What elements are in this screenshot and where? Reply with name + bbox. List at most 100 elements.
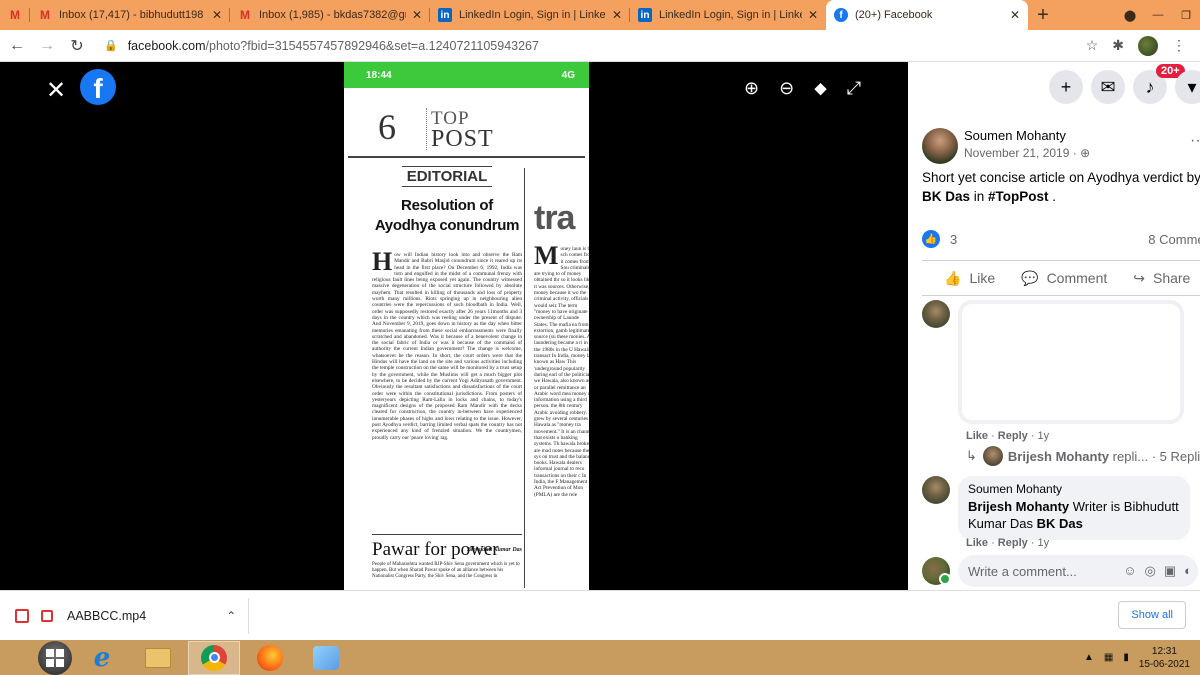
tab-strip: M M Inbox (17,417) - bibhudutt198 ✕ M In… (0, 0, 1200, 30)
create-icon[interactable]: + (1049, 70, 1083, 104)
comment-input[interactable]: Write a comment... ☺ ◎ ▣ ◐ (958, 555, 1198, 587)
download-filename[interactable]: AABBCC.mp4 (67, 609, 146, 623)
mention-link[interactable]: BK Das (1037, 516, 1083, 531)
commenter-avatar[interactable] (922, 300, 950, 328)
lock-icon[interactable]: 🔒 (104, 39, 118, 52)
user-avatar[interactable] (922, 557, 951, 585)
bookmark-star-icon[interactable]: ☆ (1086, 37, 1099, 54)
comment-time[interactable]: 1y (1038, 537, 1050, 549)
paint-icon[interactable] (300, 641, 352, 675)
comment-button[interactable]: 💬 Comment (1021, 270, 1107, 287)
comment-meta: Like · Reply · 1y (966, 430, 1050, 442)
show-all-button[interactable]: Show all (1118, 601, 1186, 629)
sticker-icon[interactable]: ◐ (1184, 563, 1192, 579)
comment-like-link[interactable]: Like (966, 430, 988, 442)
close-tab-icon[interactable]: ✕ (412, 8, 422, 22)
tab-title: LinkedIn Login, Sign in | Linked (459, 9, 606, 21)
author-avatar[interactable] (922, 128, 958, 164)
tab-gmail-pinned[interactable]: M (0, 0, 30, 30)
close-tab-icon[interactable]: ✕ (1010, 8, 1020, 22)
commenter-name[interactable]: Soumen Mohanty (968, 482, 1180, 496)
messenger-icon[interactable]: ✉ (1091, 70, 1125, 104)
chevron-up-icon[interactable]: ⌃ (226, 609, 236, 623)
extensions-icon[interactable]: ✱ (1112, 37, 1124, 54)
like-button[interactable]: 👍 Like (944, 270, 995, 287)
battery-icon[interactable]: ▮ (1123, 652, 1129, 663)
address-bar: ← → ↻ 🔒 facebook.com/photo?fbid=31545574… (0, 30, 1200, 62)
account-menu-icon[interactable]: ▾ (1175, 70, 1200, 104)
tab-title: Inbox (1,985) - bkdas7382@gm (259, 9, 406, 21)
internet-explorer-icon[interactable]: e (76, 641, 128, 675)
phone-status-bar: 18:44 4G (344, 62, 589, 88)
minimize-icon[interactable]: — (1144, 9, 1172, 21)
gif-icon[interactable]: ▣ (1164, 563, 1176, 579)
chrome-icon[interactable] (188, 640, 240, 675)
mention-link[interactable]: Brijesh Mohanty (968, 499, 1069, 514)
newspaper-masthead: 6 TOP POST (348, 88, 585, 158)
editorial-column: EDITORIAL Resolution of Ayodhya conundru… (372, 166, 522, 236)
post-date[interactable]: November 21, 2019 · ⊕ (964, 146, 1090, 160)
fullscreen-icon[interactable]: ⤢ (847, 78, 861, 99)
zoom-in-icon[interactable]: ⊕ (744, 78, 759, 99)
start-button[interactable] (38, 640, 72, 675)
post-author: Soumen Mohanty November 21, 2019 · ⊕ (922, 128, 1090, 164)
network-icon[interactable]: ▦ (1104, 652, 1113, 663)
restore-icon[interactable]: ❐ (1172, 9, 1200, 22)
tab-title: LinkedIn Login, Sign in | Linked (659, 9, 802, 21)
close-icon[interactable]: ✕ (46, 76, 66, 105)
camera-icon[interactable]: ◎ (1145, 563, 1156, 579)
comment-time[interactable]: 1y (1038, 430, 1050, 442)
url-field[interactable]: 🔒 facebook.com/photo?fbid=31545574578929… (104, 39, 1086, 53)
comment-reply-link[interactable]: Reply (998, 430, 1028, 442)
hashtag-link[interactable]: #TopPost (988, 189, 1049, 204)
globe-icon: ⊕ (1080, 146, 1091, 160)
clock[interactable]: 12:31 15-06-2021 (1139, 645, 1190, 671)
close-tab-icon[interactable]: ✕ (612, 8, 622, 22)
reload-icon[interactable]: ↻ (64, 36, 90, 56)
comment-attachment[interactable] (958, 300, 1184, 424)
comment-reply-link[interactable]: Reply (998, 537, 1028, 549)
divider (248, 597, 250, 634)
mention-link[interactable]: BK Das (922, 189, 970, 204)
download-bar: AABBCC.mp4 ⌃ Show all (0, 590, 1200, 640)
linkedin-icon: in (438, 8, 452, 22)
close-tab-icon[interactable]: ✕ (212, 8, 222, 22)
author-name[interactable]: Soumen Mohanty (964, 128, 1090, 143)
gmail-icon: M (240, 8, 250, 22)
share-button[interactable]: ↪ Share (1133, 270, 1190, 287)
screen: M M Inbox (17,417) - bibhudutt198 ✕ M In… (0, 0, 1200, 675)
download-file-icon[interactable] (15, 608, 29, 623)
gmail-icon: M (10, 8, 20, 22)
tray-chevron-icon[interactable]: ▲ (1084, 652, 1094, 663)
like-count[interactable]: 3 (950, 232, 957, 247)
tab-facebook[interactable]: f (20+) Facebook ✕ (826, 0, 1028, 30)
profile-avatar[interactable] (1138, 35, 1158, 56)
zoom-out-icon[interactable]: ⊖ (779, 78, 794, 99)
firefox-icon[interactable] (244, 641, 296, 675)
like-reaction-icon[interactable]: 👍 (922, 230, 940, 248)
tab-gmail-inbox-2[interactable]: M Inbox (1,985) - bkdas7382@gm ✕ (230, 0, 430, 30)
tab-linkedin-2[interactable]: in LinkedIn Login, Sign in | Linked ✕ (630, 0, 826, 30)
column-divider (524, 168, 525, 588)
view-replies[interactable]: ↳ Brijesh Mohanty repli... · 5 Replies (966, 446, 1200, 466)
new-tab-button[interactable]: + (1028, 0, 1058, 30)
forward-icon[interactable]: → (34, 37, 60, 55)
comment-like-link[interactable]: Like (966, 537, 988, 549)
emoji-icon[interactable]: ☺ (1123, 563, 1136, 579)
tab-search-icon[interactable]: ⬤ (1116, 9, 1144, 22)
back-icon[interactable]: ← (4, 37, 30, 55)
tab-gmail-inbox-1[interactable]: M Inbox (17,417) - bibhudutt198 ✕ (30, 0, 230, 30)
comment-count[interactable]: 8 Comments (1148, 232, 1200, 247)
menu-icon[interactable]: ⋮ (1172, 37, 1186, 54)
tag-icon[interactable]: ⬥ (814, 78, 827, 99)
second-article-body: People of Maharashtra wanted BJP-Shiv Se… (372, 562, 520, 579)
facebook-logo-icon[interactable]: f (80, 69, 116, 105)
gmail-icon: M (40, 8, 50, 22)
more-options-icon[interactable]: ··· (1190, 132, 1200, 150)
commenter-avatar[interactable] (922, 476, 950, 504)
tab-linkedin-1[interactable]: in LinkedIn Login, Sign in | Linked ✕ (430, 0, 630, 30)
drop-cap: H (372, 247, 393, 276)
file-explorer-icon[interactable] (132, 641, 184, 675)
close-tab-icon[interactable]: ✕ (808, 8, 818, 22)
post-panel: + ✉ ♪ 20+ ▾ Soumen Mohanty November 21, … (908, 62, 1200, 590)
